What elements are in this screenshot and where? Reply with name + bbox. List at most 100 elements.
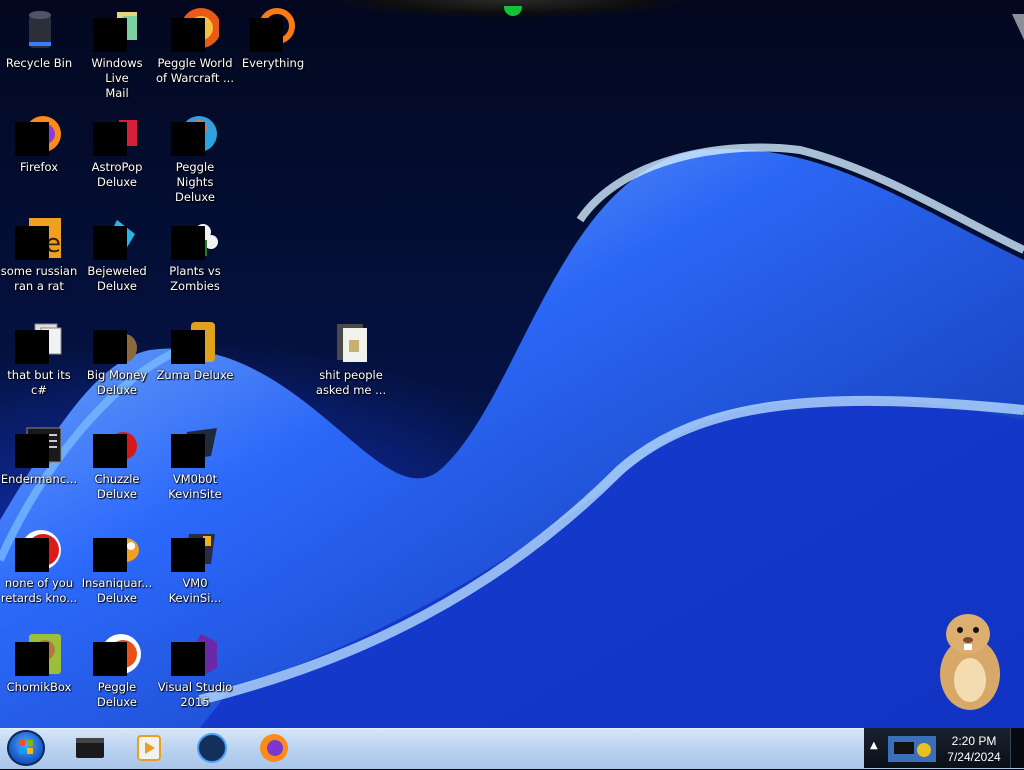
desktop-icon-that-but-its-csharp[interactable]: that but its c# — [0, 312, 78, 398]
bejeweled-icon — [93, 214, 141, 262]
taskbar-globe-icon[interactable] — [192, 730, 232, 766]
desktop-icon-label: shit people asked me ... — [315, 368, 387, 397]
vm2-icon — [171, 526, 219, 574]
desktop-icon-label: Firefox — [19, 160, 59, 174]
hamster-box-icon — [15, 630, 63, 678]
desktop-icon-label: Insaniquar... Deluxe — [81, 576, 153, 605]
clock-time[interactable]: 2:20 PM — [944, 734, 1004, 748]
desktop-icon-some-russian-ran-a-rat[interactable]: e some russian ran a rat — [0, 208, 78, 294]
redaction-block — [171, 18, 205, 52]
start-orb-icon[interactable] — [7, 730, 45, 766]
zuma-icon — [171, 318, 219, 366]
desktop-icon-label: Peggle Nights Deluxe — [175, 160, 215, 204]
desktop-icon-endermanch[interactable]: Endermanc... — [0, 416, 78, 487]
corner-arrow-icon — [1012, 14, 1024, 40]
recycle-bin-icon — [15, 6, 63, 54]
redaction-block — [93, 538, 127, 572]
mail-icon — [93, 6, 141, 54]
redaction-block — [171, 434, 205, 468]
redaction-block — [249, 18, 283, 52]
everything-search-icon — [249, 6, 297, 54]
redaction-block — [15, 642, 49, 676]
desktop-icon-peggle-nights-deluxe[interactable]: Peggle Nights Deluxe — [156, 104, 234, 205]
fish-icon — [93, 526, 141, 574]
desktop-icon-label: VM0b0t KevinSite — [168, 472, 222, 501]
redaction-block — [15, 330, 49, 364]
desktop-icon-peggle-deluxe[interactable]: Peggle Deluxe — [78, 624, 156, 710]
folder-icon — [327, 318, 375, 366]
desktop-icon-label: Plants vs Zombies — [169, 264, 221, 293]
tray-app-icon[interactable] — [886, 734, 938, 764]
redaction-block — [93, 330, 127, 364]
chuzzle-icon — [93, 422, 141, 470]
desktop-icon-label: Zuma Deluxe — [156, 368, 234, 382]
redaction-block — [171, 122, 205, 156]
redaction-block — [171, 226, 205, 260]
redaction-block — [171, 330, 205, 364]
terminal-icon — [15, 422, 63, 470]
peggle-nights-icon — [171, 110, 219, 158]
firefox-icon — [15, 110, 63, 158]
desktop-icon-label: Chuzzle Deluxe — [94, 472, 140, 501]
desktop-icon-label: Peggle Deluxe — [97, 680, 137, 709]
desktop-icon-label: none of you retards kno... — [0, 576, 78, 605]
taskbar-media-center-icon[interactable] — [128, 730, 168, 766]
desktop-icon-label: Visual Studio 2015 — [157, 680, 233, 709]
desktop-icon-shit-people-asked-me[interactable]: shit people asked me ... — [312, 312, 390, 398]
taskbar-firefox-icon[interactable] — [254, 730, 294, 766]
desktop-icon-visual-studio-2015[interactable]: Visual Studio 2015 — [156, 624, 234, 710]
clock-date[interactable]: 7/24/2024 — [944, 750, 1004, 764]
plants-vs-zombies-icon — [171, 214, 219, 262]
red-circle-icon — [15, 526, 63, 574]
desktop-icon-chomikbox[interactable]: ChomikBox — [0, 624, 78, 695]
desktop-icon-label: Bejeweled Deluxe — [87, 264, 147, 293]
redaction-block — [93, 18, 127, 52]
desktop-icon-label: VM0 KevinSi... — [168, 576, 222, 605]
desktop-icon-label: Peggle World of Warcraft ... — [156, 56, 234, 85]
desktop-icon-firefox[interactable]: Firefox — [0, 104, 78, 175]
astropop-icon — [93, 110, 141, 158]
peggle-deluxe-icon — [93, 630, 141, 678]
desktop-icon-vm0b0t-kevinsite[interactable]: VM0b0t KevinSite — [156, 416, 234, 502]
desktop-icon-bejeweled-deluxe[interactable]: Bejeweled Deluxe — [78, 208, 156, 294]
desktop-icon-astropop-deluxe[interactable]: AstroPop Deluxe — [78, 104, 156, 190]
hamster-pet-icon[interactable] — [928, 604, 1008, 714]
desktop-icon-label: Windows Live Mail — [91, 56, 143, 100]
desktop-icon-label: ChomikBox — [6, 680, 72, 694]
taskbar-media-player-box-icon[interactable] — [70, 730, 110, 766]
desktop-icon-zuma-deluxe[interactable]: Zuma Deluxe — [156, 312, 234, 383]
desktop-icon-insaniquarium-deluxe[interactable]: Insaniquar... Deluxe — [78, 520, 156, 606]
desktop-icon-big-money-deluxe[interactable]: Big Money Deluxe — [78, 312, 156, 398]
document-icon: e — [15, 214, 63, 262]
desktop-icon-label: AstroPop Deluxe — [91, 160, 143, 189]
desktop-icon-label: Big Money Deluxe — [86, 368, 148, 397]
desktop-icon-label: some russian ran a rat — [0, 264, 78, 293]
visual-studio-icon — [171, 630, 219, 678]
show-desktop-button[interactable] — [1010, 728, 1024, 768]
desktop-icon-label: Everything — [241, 56, 305, 70]
redaction-block — [15, 226, 49, 260]
redaction-block — [93, 642, 127, 676]
desktop-icon-recycle-bin[interactable]: Recycle Bin — [0, 0, 78, 71]
desktop-icon-chuzzle-deluxe[interactable]: Chuzzle Deluxe — [78, 416, 156, 502]
desktop-icon-windows-live-mail[interactable]: Windows Live Mail — [78, 0, 156, 101]
desktop-icon-plants-vs-zombies[interactable]: Plants vs Zombies — [156, 208, 234, 294]
redaction-block — [171, 538, 205, 572]
desktop-icon-peggle-world-of-warcraft[interactable]: Peggle World of Warcraft ... — [156, 0, 234, 86]
vm-icon — [171, 422, 219, 470]
desktop-icon-none-of-you[interactable]: none of you retards kno... — [0, 520, 78, 606]
redaction-block — [15, 434, 49, 468]
redaction-block — [93, 122, 127, 156]
redaction-block — [15, 122, 49, 156]
redaction-block — [171, 642, 205, 676]
document-stack-icon — [15, 318, 63, 366]
desktop-icon-vm0-kevinsite[interactable]: VM0 KevinSi... — [156, 520, 234, 606]
peggle-icon — [171, 6, 221, 54]
desktop-icon-label: that but its c# — [7, 368, 71, 397]
desktop-icon-label: Endermanc... — [0, 472, 78, 486]
redaction-block — [93, 434, 127, 468]
tray-expand-arrow-icon[interactable]: ▲ — [870, 740, 878, 751]
desktop-icon-everything[interactable]: Everything — [234, 0, 312, 71]
redaction-block — [93, 226, 127, 260]
desktop-icon-label: Recycle Bin — [5, 56, 73, 70]
